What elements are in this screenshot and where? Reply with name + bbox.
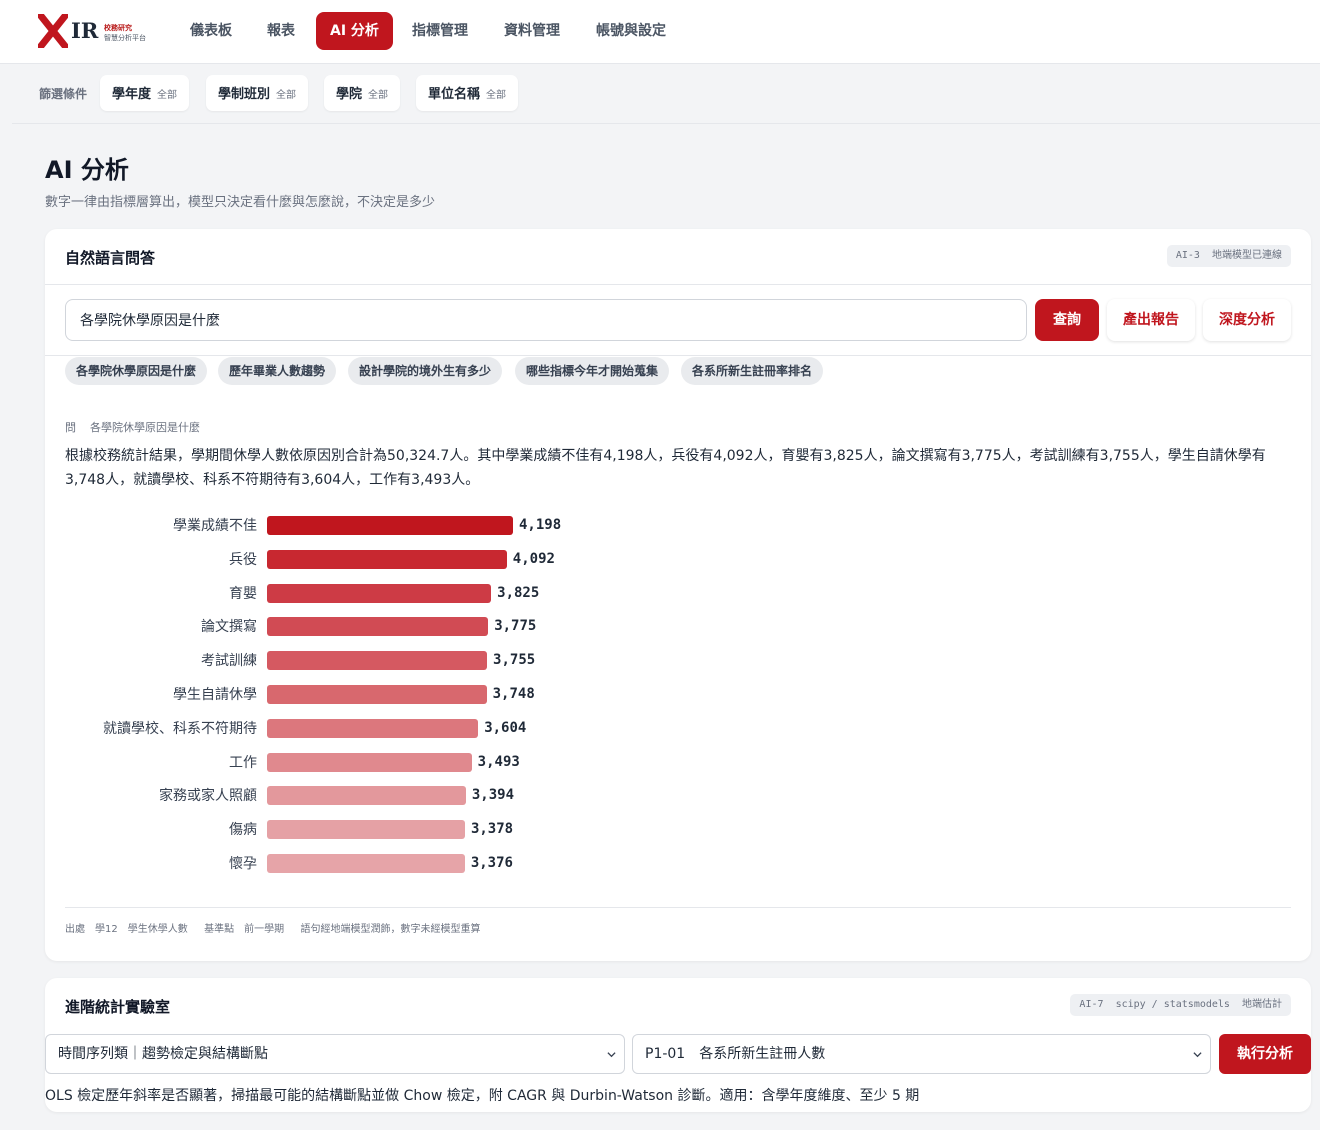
bar-label: 育嬰 <box>229 585 257 602</box>
filter-chip-academic-year[interactable]: 學年度 全部 <box>100 75 190 111</box>
source-note: 出處 學12 學生休學人數 基準點 前一學期 語句經地端模型潤飾，數字未經模型重算 <box>65 924 481 935</box>
suggestion-chip[interactable]: 各系所新生註冊率排名 <box>681 357 824 385</box>
bar-value-label: 3,755 <box>493 652 536 669</box>
filter-chip-unit[interactable]: 單位名稱 全部 <box>416 75 519 111</box>
bar <box>267 752 472 772</box>
nav-ai-analysis[interactable]: AI 分析 <box>316 12 393 50</box>
method-select[interactable]: 時間序列類｜趨勢檢定與結構斷點 <box>45 1034 625 1074</box>
app-logo[interactable]: IR 校務研究 智慧分析平台 <box>38 14 158 50</box>
filter-chip-program[interactable]: 學制班別 全部 <box>206 75 309 111</box>
bar-value-label: 4,092 <box>512 550 555 567</box>
logo-subtitle: 校務研究 <box>104 24 132 32</box>
answer-text: 根據校務統計結果，學期間休學人數依原因別合計為50,324.7人。其中學業成績不… <box>65 448 1266 488</box>
divider <box>45 355 1311 356</box>
chevron-down-icon <box>1193 1052 1202 1058</box>
bar <box>267 685 487 704</box>
run-analysis-button[interactable]: 執行分析 <box>1219 1034 1311 1074</box>
suggestion-chip[interactable]: 哪些指標今年才開始蒐集 <box>515 357 670 385</box>
bar-chart: 學業成績不佳 4,198 兵役 4,092 育嬰 3,825 論文撰寫 3,775 考試訓練 3,… <box>65 507 765 877</box>
generate-report-button[interactable]: 產出報告 <box>1107 299 1195 341</box>
filter-chip-college[interactable]: 學院 全部 <box>324 75 401 111</box>
nav-account-settings[interactable]: 帳號與設定 <box>582 12 680 50</box>
top-navbar: IR 校務研究 智慧分析平台 儀表板 報表 AI 分析 指標管理 資料管理 帳號… <box>0 0 1320 64</box>
bar-value-label: 3,775 <box>494 618 537 635</box>
bar-label: 考試訓練 <box>201 653 257 670</box>
bar <box>267 786 466 806</box>
bar-label: 家務或家人照顧 <box>159 788 257 805</box>
nl-qa-card: 自然語言問答 AI-3 地端模型已連線 查詢 產出報告 深度分析 各學院休學原因… <box>45 229 1311 961</box>
stats-lab-card: 進階統計實驗室 AI-7 scipy / statsmodels 地端估計 時間… <box>45 978 1311 1112</box>
deep-analysis-button[interactable]: 深度分析 <box>1203 299 1291 341</box>
bar-value-label: 3,376 <box>470 855 513 871</box>
nav-data-management[interactable]: 資料管理 <box>490 12 574 50</box>
bar-value-label: 3,748 <box>492 686 535 702</box>
bar-label: 工作 <box>229 754 257 771</box>
logo-text: IR <box>71 18 99 43</box>
bar <box>267 718 479 738</box>
bar-label: 論文撰寫 <box>201 619 257 636</box>
bar <box>267 854 465 873</box>
query-button[interactable]: 查詢 <box>1035 299 1099 341</box>
method-description: OLS 檢定歷年斜率是否顯著，掃描最可能的結構斷點並做 Chow 檢定，附 CA… <box>45 1088 920 1104</box>
query-input[interactable] <box>65 299 1027 341</box>
page-title: AI 分析 <box>45 156 129 184</box>
bar <box>267 516 513 535</box>
filter-bar: 篩選條件 學年度 全部 學制班別 全部 學院 全部 單位名稱 全部 <box>12 64 1320 124</box>
logo-x-icon <box>38 14 68 48</box>
bar <box>267 583 492 603</box>
bar-value-label: 4,198 <box>519 517 562 533</box>
bar-label: 就讀學校、科系不符期待 <box>103 720 257 737</box>
model-status-badge: AI-3 地端模型已連線 <box>1166 245 1291 267</box>
nav-dashboard[interactable]: 儀表板 <box>176 12 246 50</box>
bar-value-label: 3,394 <box>471 787 515 804</box>
logo-subtitle-2: 智慧分析平台 <box>104 34 146 42</box>
card-title: 進階統計實驗室 <box>65 998 171 1016</box>
bar <box>267 651 488 671</box>
chevron-down-icon <box>607 1052 616 1058</box>
bar <box>267 617 489 637</box>
bar-label: 傷病 <box>229 822 257 839</box>
suggestion-chip[interactable]: 歷年畢業人數趨勢 <box>218 357 337 385</box>
indicator-select[interactable]: P1-01 各系所新生註冊人數 <box>632 1034 1211 1074</box>
card-header: 自然語言問答 AI-3 地端模型已連線 <box>45 229 1311 285</box>
bar-value-label: 3,493 <box>477 753 520 770</box>
bar-label: 兵役 <box>229 551 257 568</box>
bar-label: 學生自請休學 <box>173 687 257 703</box>
bar <box>267 820 465 840</box>
bar-value-label: 3,378 <box>470 821 514 838</box>
bar <box>267 549 507 569</box>
question-echo: 問各學院休學原因是什麼 <box>65 421 200 434</box>
suggestion-chip[interactable]: 設計學院的境外生有多少 <box>348 357 503 385</box>
card-title: 自然語言問答 <box>65 249 156 267</box>
bar-label: 學業成績不佳 <box>173 518 257 534</box>
divider <box>65 907 1291 908</box>
nav-indicator-management[interactable]: 指標管理 <box>398 12 482 50</box>
card-header: 進階統計實驗室 AI-7 scipy / statsmodels 地端估計 <box>45 978 1311 1034</box>
engine-badge: AI-7 scipy / statsmodels 地端估計 <box>1070 994 1291 1016</box>
page-subtitle: 數字一律由指標層算出，模型只決定看什麼與怎麼說，不決定是多少 <box>45 195 436 210</box>
nav-reports[interactable]: 報表 <box>253 12 309 50</box>
bar-label: 懷孕 <box>229 856 257 872</box>
bar-value-label: 3,825 <box>497 584 540 601</box>
filter-label: 篩選條件 <box>39 87 88 101</box>
suggestion-chip[interactable]: 各學院休學原因是什麼 <box>65 357 208 385</box>
bar-value-label: 3,604 <box>484 719 527 736</box>
